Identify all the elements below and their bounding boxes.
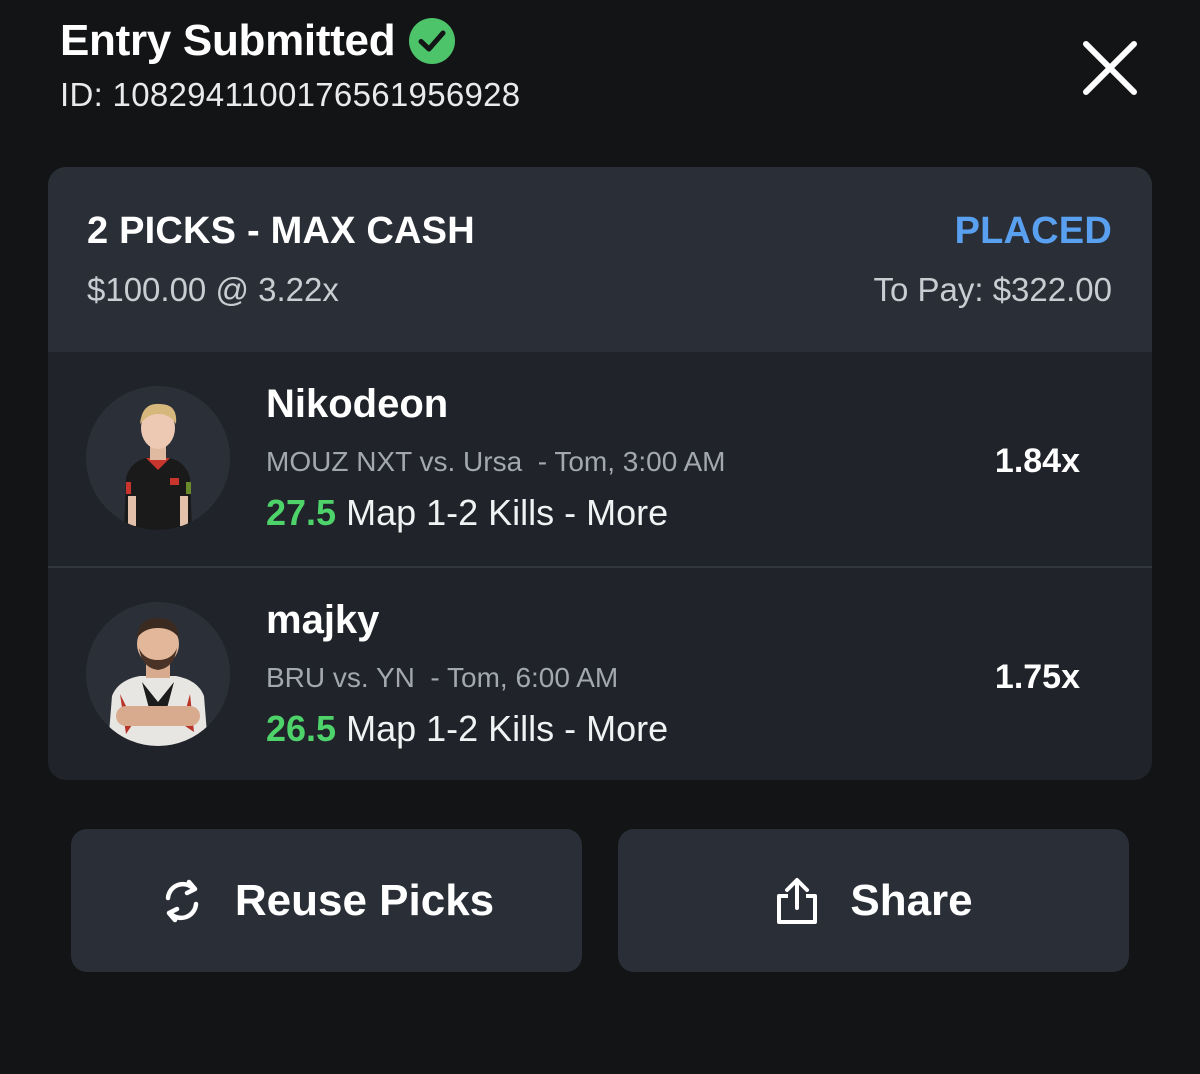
pick-projection: 26.5 Map 1-2 Kills - More [266, 708, 668, 750]
share-icon [777, 877, 818, 924]
projection-line: 27.5 [266, 492, 337, 533]
match-info: BRU vs. YN - Tom, 6:00 AM [266, 662, 619, 693]
status-badge: PLACED [954, 210, 1112, 252]
check-circle-icon [409, 18, 456, 64]
reuse-picks-label: Reuse Picks [234, 875, 495, 925]
pick-multiplier: 1.75x [994, 658, 1080, 696]
entry-id: ID: 1082941100176561956928 [60, 76, 521, 113]
share-button[interactable]: Share [618, 829, 1129, 972]
player-avatar [86, 602, 230, 746]
reuse-picks-button[interactable]: Reuse Picks [71, 829, 582, 972]
close-icon[interactable] [1078, 36, 1142, 100]
player-photo-icon [86, 386, 230, 530]
projection-line: 26.5 [266, 708, 337, 749]
player-name: majky [266, 598, 380, 642]
player-name: Nikodeon [266, 382, 449, 426]
projection-market: Map 1-2 Kills - More [336, 492, 669, 533]
to-pay-amount: To Pay: $322.00 [873, 271, 1112, 308]
pick-row: Nikodeon MOUZ NXT vs. Ursa - Tom, 3:00 A… [48, 352, 1152, 566]
stake-amount: $100.00 @ 3.22x [87, 271, 339, 308]
share-label: Share [850, 875, 973, 925]
match-info: MOUZ NXT vs. Ursa - Tom, 3:00 AM [266, 446, 726, 477]
entry-submitted-screen: Entry Submitted ID: 10829411001765619569… [0, 0, 1200, 1074]
entry-card-header: 2 PICKS - MAX CASH PLACED $100.00 @ 3.22… [48, 167, 1152, 352]
player-avatar [86, 386, 230, 530]
header-title-row: Entry Submitted [60, 16, 457, 66]
entry-card: 2 PICKS - MAX CASH PLACED $100.00 @ 3.22… [48, 167, 1152, 780]
page-title: Entry Submitted [60, 16, 396, 65]
player-photo-icon [86, 602, 230, 746]
pick-row: majky BRU vs. YN - Tom, 6:00 AM 26.5 Map… [48, 568, 1152, 780]
projection-market: Map 1-2 Kills - More [336, 708, 669, 749]
refresh-icon [165, 879, 199, 922]
pick-projection: 27.5 Map 1-2 Kills - More [266, 492, 668, 534]
entry-type-title: 2 PICKS - MAX CASH [87, 210, 475, 252]
pick-multiplier: 1.84x [994, 442, 1080, 480]
